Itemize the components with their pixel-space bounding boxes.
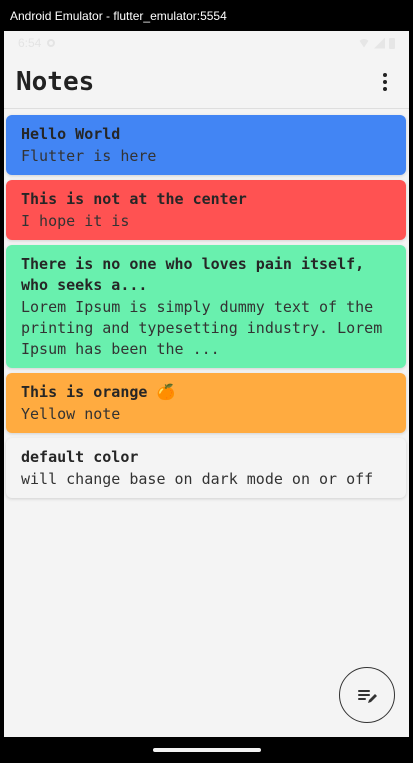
note-card[interactable]: This is not at the center I hope it is: [6, 180, 406, 240]
note-body: I hope it is: [21, 212, 130, 230]
window-titlebar: Android Emulator - flutter_emulator:5554: [0, 0, 413, 31]
note-title: This is orange 🍊: [21, 383, 176, 401]
note-card[interactable]: There is no one who loves pain itself, w…: [6, 245, 406, 368]
signal-icon: [374, 37, 385, 49]
window-title: Android Emulator - flutter_emulator:5554: [10, 8, 227, 23]
app-bar: Notes: [4, 55, 409, 109]
note-card[interactable]: Hello World Flutter is here: [6, 115, 406, 175]
battery-icon: [389, 37, 395, 49]
notes-list: Hello World Flutter is here This is not …: [4, 109, 409, 498]
wifi-icon: [358, 38, 370, 48]
notification-icon: [47, 39, 56, 47]
more-vert-icon[interactable]: [375, 70, 395, 94]
status-time: 6:54: [18, 36, 42, 50]
note-card[interactable]: default color will change base on dark m…: [6, 438, 406, 498]
status-bar: 6:54: [4, 31, 409, 55]
add-note-button[interactable]: [339, 667, 395, 723]
note-title: There is no one who loves pain itself, w…: [21, 255, 365, 294]
note-card[interactable]: This is orange 🍊 Yellow note: [6, 373, 406, 433]
note-title: Hello World: [21, 125, 121, 143]
edit-note-icon: [358, 690, 377, 703]
navigation-bar: [0, 737, 413, 763]
note-body: Flutter is here: [21, 147, 157, 165]
page-title: Notes: [16, 66, 95, 97]
home-handle[interactable]: [152, 748, 261, 752]
note-title: default color: [21, 448, 139, 466]
note-body: Lorem Ipsum is simply dummy text of the …: [21, 298, 383, 358]
device-screen: 6:54 Notes Hello World Flutter is here T…: [4, 31, 409, 737]
note-title: This is not at the center: [21, 190, 247, 208]
note-body: Yellow note: [21, 405, 121, 423]
note-body: will change base on dark mode on or off: [21, 470, 374, 488]
